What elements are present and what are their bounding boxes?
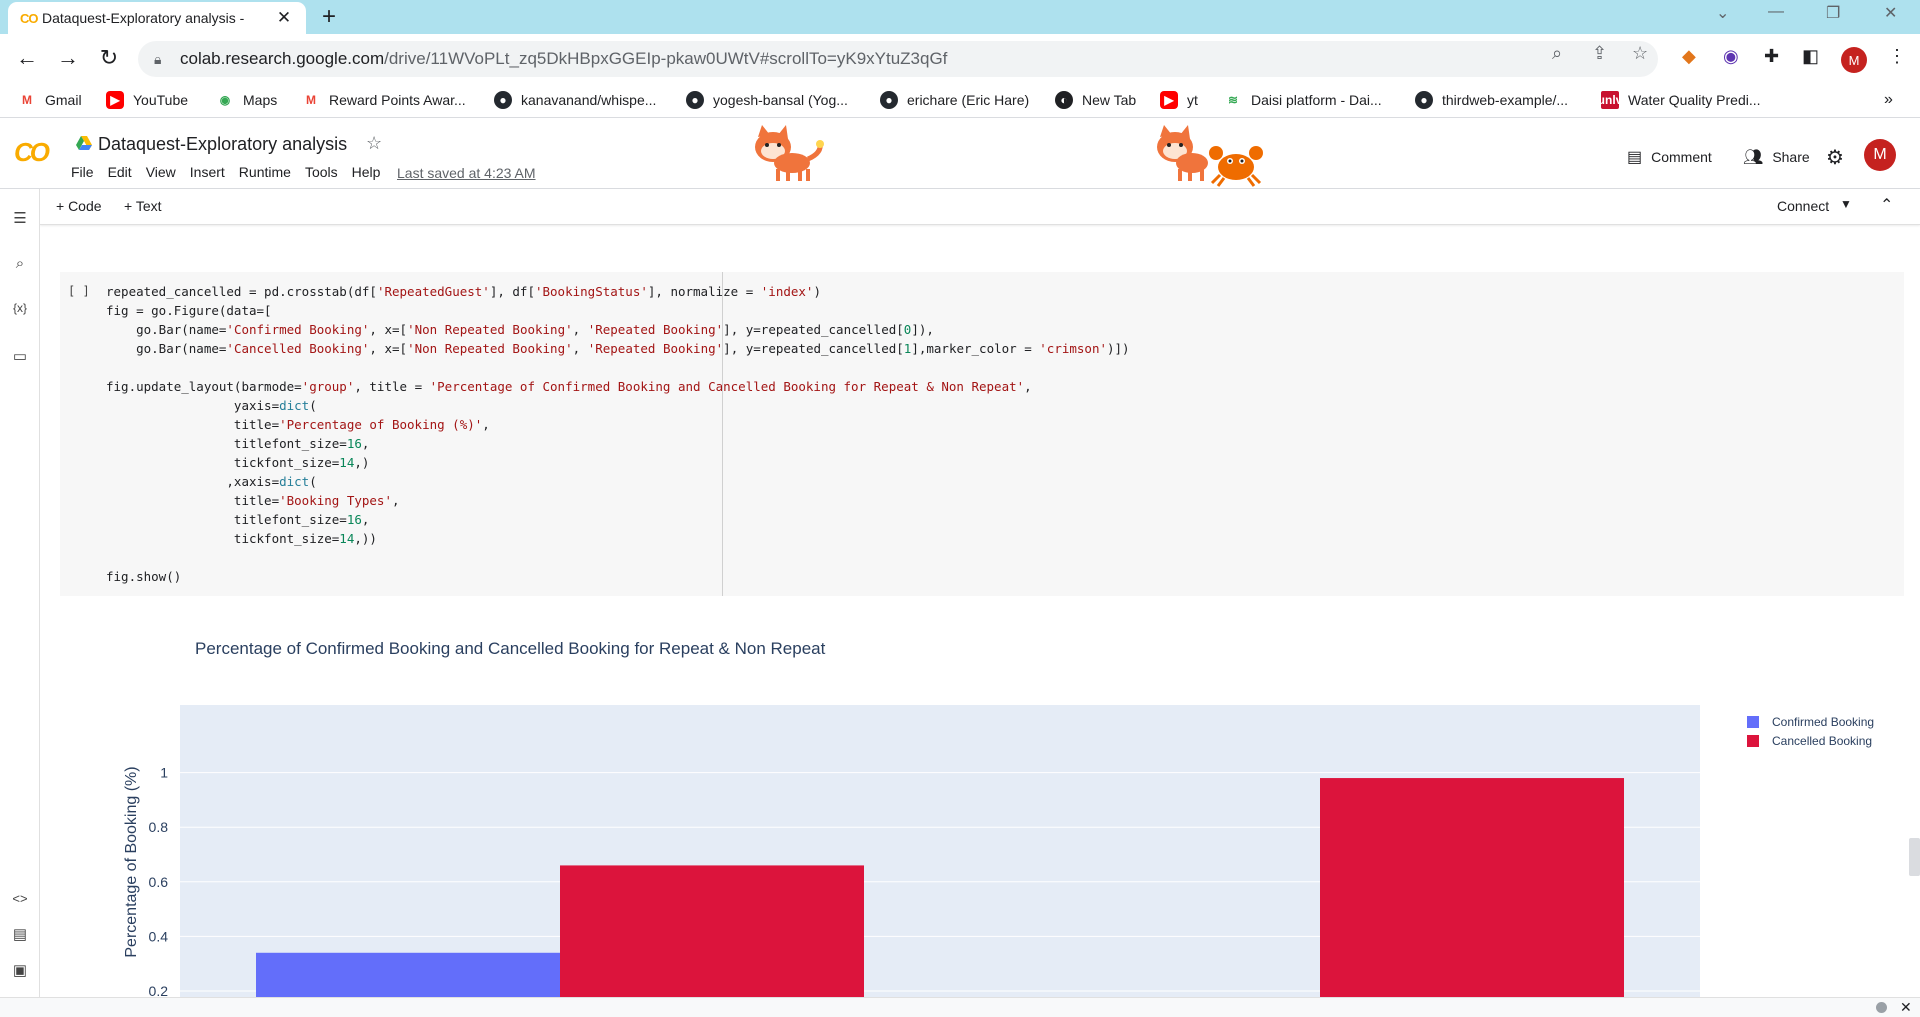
y-tick-label: 0.8 — [149, 819, 169, 835]
y-tick-label: 0.4 — [149, 928, 169, 944]
legend-swatch — [1747, 734, 1759, 747]
y-axis-title: Percentage of Booking (%) — [123, 766, 140, 957]
bar-cancelled-booking[interactable] — [1320, 778, 1624, 1017]
legend-label: Confirmed Booking — [1772, 714, 1875, 729]
legend-item-cancelled[interactable]: Cancelled Booking — [1747, 731, 1874, 750]
y-tick-label: 0.6 — [149, 874, 169, 890]
scrollbar-thumb[interactable] — [1909, 838, 1920, 876]
status-dot-icon — [1876, 1002, 1887, 1013]
bar-cancelled-booking[interactable] — [560, 865, 864, 1017]
chart-legend: Confirmed Booking Cancelled Booking — [1747, 712, 1874, 750]
close-icon[interactable]: ✕ — [1900, 999, 1912, 1016]
legend-item-confirmed[interactable]: Confirmed Booking — [1747, 712, 1874, 731]
status-bar: ✕ — [0, 997, 1920, 1017]
bar-chart[interactable]: 0.20.40.60.81Percentage of Booking (%) — [0, 0, 1920, 1017]
y-tick-label: 1 — [160, 765, 168, 781]
legend-swatch — [1747, 715, 1759, 728]
legend-label: Cancelled Booking — [1772, 733, 1873, 748]
